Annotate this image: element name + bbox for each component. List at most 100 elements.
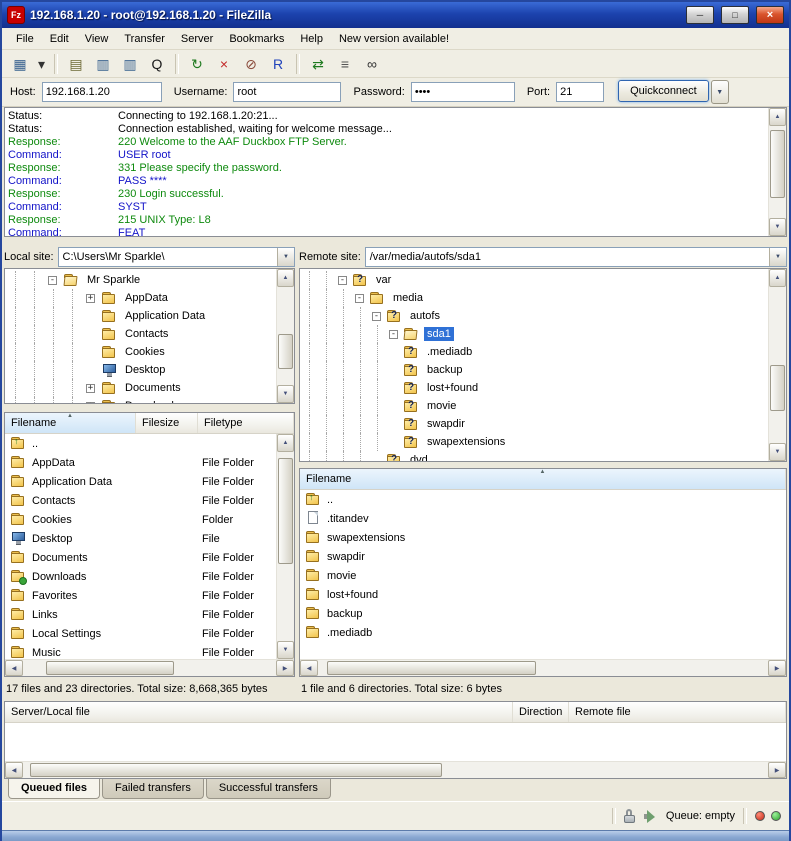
local-tree-vertical-scrollbar[interactable]: ▲ ▼ — [276, 269, 294, 403]
scroll-track[interactable] — [769, 126, 786, 218]
scroll-track[interactable] — [318, 660, 768, 676]
toggle-message-log-button[interactable]: ▤ — [63, 52, 89, 76]
maximize-button[interactable]: □ — [721, 6, 749, 24]
scroll-track[interactable] — [769, 287, 786, 443]
remote-tree-item-backup[interactable]: ?backup — [300, 361, 768, 379]
local-list-horizontal-scrollbar[interactable]: ◀ ▶ — [5, 659, 294, 676]
scroll-up-button[interactable]: ▲ — [769, 269, 786, 287]
toggle-queue-button[interactable]: Q — [144, 52, 170, 76]
remote-tree-vertical-scrollbar[interactable]: ▲ ▼ — [768, 269, 786, 461]
expand-icon[interactable]: + — [86, 384, 95, 393]
column-header-filetype[interactable]: Filetype — [198, 413, 294, 433]
scroll-thumb[interactable] — [30, 763, 442, 777]
remote-tree-item-var[interactable]: -?var — [300, 271, 768, 289]
collapse-icon[interactable]: - — [372, 312, 381, 321]
remote-site-combobox[interactable]: /var/media/autofs/sda1 ▼ — [365, 247, 787, 267]
toggle-local-tree-button[interactable]: ▥ — [90, 52, 116, 76]
remote-tree-item-mediadb[interactable]: ?.mediadb — [300, 343, 768, 361]
expand-icon[interactable]: + — [86, 402, 95, 404]
queue-column-header-server-local-file[interactable]: Server/Local file — [5, 702, 513, 722]
scroll-thumb[interactable] — [278, 334, 293, 369]
scroll-thumb[interactable] — [770, 130, 785, 198]
column-header-filename[interactable]: ▲Filename — [5, 413, 136, 433]
log-vertical-scrollbar[interactable]: ▲ ▼ — [768, 108, 786, 236]
file-row-mediadb[interactable]: .mediadb — [300, 623, 786, 642]
reconnect-button[interactable]: R — [265, 52, 291, 76]
collapse-icon[interactable]: - — [338, 276, 347, 285]
scroll-track[interactable] — [277, 452, 294, 641]
file-row-cookies[interactable]: CookiesFolder — [5, 510, 276, 529]
file-row-swapdir[interactable]: swapdir — [300, 547, 786, 566]
local-tree-item-contacts[interactable]: Contacts — [5, 325, 276, 343]
scroll-track[interactable] — [277, 287, 294, 385]
scroll-track[interactable] — [23, 762, 768, 778]
file-row-desktop[interactable]: DesktopFile — [5, 529, 276, 548]
remote-tree-item-autofs[interactable]: -?autofs — [300, 307, 768, 325]
log-pane-splitter[interactable] — [2, 237, 789, 245]
refresh-button[interactable]: ↻ — [184, 52, 210, 76]
toggle-remote-tree-button[interactable]: ▥ — [117, 52, 143, 76]
scroll-right-button[interactable]: ▶ — [768, 660, 786, 676]
scroll-track[interactable] — [23, 660, 276, 676]
minimize-button[interactable]: ─ — [686, 6, 714, 24]
scroll-up-button[interactable]: ▲ — [769, 108, 786, 126]
remote-tree-item-swapdir[interactable]: ?swapdir — [300, 415, 768, 433]
scroll-thumb[interactable] — [327, 661, 536, 675]
disconnect-button[interactable]: ⊘ — [238, 52, 264, 76]
remote-tree-item-movie[interactable]: ?movie — [300, 397, 768, 415]
file-row-links[interactable]: LinksFile Folder — [5, 605, 276, 624]
quickconnect-button[interactable]: Quickconnect — [618, 80, 709, 102]
scroll-down-button[interactable]: ▼ — [277, 641, 294, 659]
file-row-movie[interactable]: movie — [300, 566, 786, 585]
collapse-icon[interactable]: - — [355, 294, 364, 303]
notification-bell-icon[interactable] — [644, 810, 658, 823]
tab-successful-transfers[interactable]: Successful transfers — [206, 779, 331, 799]
file-row-item[interactable]: ↑.. — [5, 434, 276, 453]
local-tree-item-appdata[interactable]: +AppData — [5, 289, 276, 307]
remote-tree-item-media[interactable]: -media — [300, 289, 768, 307]
menu-item-new-version-available[interactable]: New version available! — [331, 30, 457, 48]
menu-item-server[interactable]: Server — [173, 30, 221, 48]
expand-icon[interactable]: + — [86, 294, 95, 303]
combo-dropdown-button[interactable]: ▼ — [277, 248, 294, 266]
local-list-vertical-scrollbar[interactable]: ▲ ▼ — [276, 434, 294, 659]
local-pane-splitter[interactable] — [4, 404, 295, 412]
tab-failed-transfers[interactable]: Failed transfers — [102, 779, 204, 799]
username-input[interactable] — [233, 82, 341, 102]
quickconnect-dropdown-button[interactable]: ▼ — [711, 80, 729, 104]
combo-dropdown-button[interactable]: ▼ — [769, 248, 786, 266]
menu-item-help[interactable]: Help — [292, 30, 331, 48]
scroll-right-button[interactable]: ▶ — [276, 660, 294, 676]
scroll-down-button[interactable]: ▼ — [277, 385, 294, 403]
scroll-thumb[interactable] — [278, 458, 293, 564]
file-row-contacts[interactable]: ContactsFile Folder — [5, 491, 276, 510]
queue-column-header-remote-file[interactable]: Remote file — [569, 702, 786, 722]
menu-item-edit[interactable]: Edit — [42, 30, 77, 48]
queue-horizontal-scrollbar[interactable]: ◀ ▶ — [5, 761, 786, 778]
close-button[interactable]: × — [756, 6, 784, 24]
cancel-button[interactable]: × — [211, 52, 237, 76]
password-input[interactable] — [411, 82, 515, 102]
file-row-item[interactable]: ↑.. — [300, 490, 786, 509]
port-input[interactable] — [556, 82, 604, 102]
remote-list-horizontal-scrollbar[interactable]: ◀ ▶ — [300, 659, 786, 676]
file-row-favorites[interactable]: FavoritesFile Folder — [5, 586, 276, 605]
scroll-thumb[interactable] — [46, 661, 175, 675]
menu-item-bookmarks[interactable]: Bookmarks — [221, 30, 292, 48]
file-row-documents[interactable]: DocumentsFile Folder — [5, 548, 276, 567]
local-tree-item-documents[interactable]: +Documents — [5, 379, 276, 397]
file-row-music[interactable]: MusicFile Folder — [5, 643, 276, 659]
local-tree-item-downloads[interactable]: +Downloads — [5, 397, 276, 403]
menu-item-file[interactable]: File — [8, 30, 42, 48]
remote-tree-item-sda1[interactable]: -sda1 — [300, 325, 768, 343]
scroll-left-button[interactable]: ◀ — [5, 762, 23, 778]
file-row-application-data[interactable]: Application DataFile Folder — [5, 472, 276, 491]
scroll-down-button[interactable]: ▼ — [769, 218, 786, 236]
directory-comparison-button[interactable]: ≡ — [332, 52, 358, 76]
file-row-downloads[interactable]: DownloadsFile Folder — [5, 567, 276, 586]
site-manager-button[interactable]: ▦ — [7, 52, 33, 76]
file-row-lost-found[interactable]: lost+found — [300, 585, 786, 604]
scroll-up-button[interactable]: ▲ — [277, 269, 294, 287]
menu-item-view[interactable]: View — [77, 30, 117, 48]
synchronized-browsing-button[interactable]: ⇄ — [305, 52, 331, 76]
